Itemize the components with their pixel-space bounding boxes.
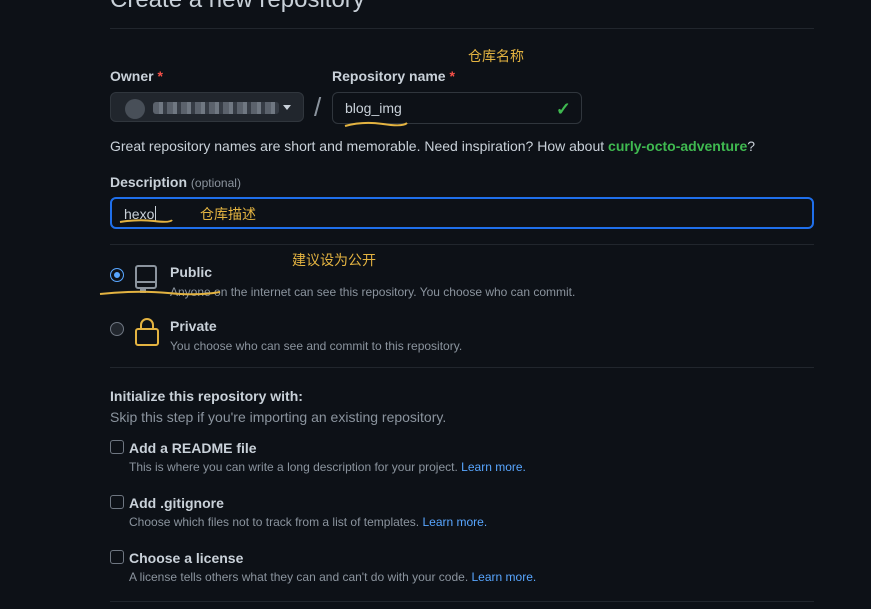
annotation-underline-repo bbox=[344, 121, 408, 127]
divider bbox=[110, 367, 814, 368]
learn-more-link[interactable]: Learn more. bbox=[472, 570, 537, 584]
owner-name-obscured bbox=[153, 102, 279, 114]
public-radio[interactable] bbox=[110, 268, 124, 282]
readme-title: Add a README file bbox=[129, 440, 257, 456]
private-radio[interactable] bbox=[110, 322, 124, 336]
init-section-title: Initialize this repository with: bbox=[110, 388, 303, 404]
divider bbox=[110, 244, 814, 245]
owner-repo-separator: / bbox=[314, 92, 322, 122]
annotation-visibility: 建议设为公开 bbox=[292, 253, 376, 269]
check-icon: ✓ bbox=[555, 99, 571, 119]
repo-name-label: Repository name * bbox=[332, 68, 455, 84]
repo-name-value: blog_img bbox=[345, 100, 402, 116]
annotation-description: 仓库描述 bbox=[200, 207, 256, 223]
readme-checkbox[interactable] bbox=[110, 440, 124, 454]
learn-more-link[interactable]: Learn more. bbox=[461, 460, 526, 474]
repo-name-hint: Great repository names are short and mem… bbox=[110, 138, 756, 154]
gitignore-description: Choose which files not to track from a l… bbox=[129, 515, 488, 529]
license-title: Choose a license bbox=[129, 550, 244, 566]
avatar bbox=[125, 99, 145, 119]
description-label: Description (optional) bbox=[110, 174, 241, 190]
public-description: Anyone on the internet can see this repo… bbox=[170, 285, 576, 299]
private-description: You choose who can see and commit to thi… bbox=[170, 339, 463, 353]
chevron-down-icon bbox=[283, 105, 291, 110]
divider bbox=[110, 601, 814, 602]
learn-more-link[interactable]: Learn more. bbox=[422, 515, 487, 529]
license-description: A license tells others what they can and… bbox=[129, 570, 537, 584]
owner-label: Owner * bbox=[110, 68, 163, 84]
lock-icon bbox=[135, 318, 159, 346]
page-title: Create a new repository bbox=[110, 0, 365, 14]
annotation-underline-public bbox=[99, 290, 221, 296]
annotation-underline-description bbox=[119, 219, 173, 223]
annotation-repo-name: 仓库名称 bbox=[468, 49, 524, 65]
owner-dropdown[interactable] bbox=[110, 92, 304, 122]
gitignore-title: Add .gitignore bbox=[129, 495, 224, 511]
public-title: Public bbox=[170, 264, 213, 280]
init-section-subtitle: Skip this step if you're importing an ex… bbox=[110, 409, 447, 425]
divider bbox=[110, 28, 814, 29]
suggestion-link[interactable]: curly-octo-adventure bbox=[608, 138, 747, 154]
gitignore-checkbox[interactable] bbox=[110, 495, 124, 509]
private-title: Private bbox=[170, 318, 217, 334]
license-checkbox[interactable] bbox=[110, 550, 124, 564]
readme-description: This is where you can write a long descr… bbox=[129, 460, 526, 474]
